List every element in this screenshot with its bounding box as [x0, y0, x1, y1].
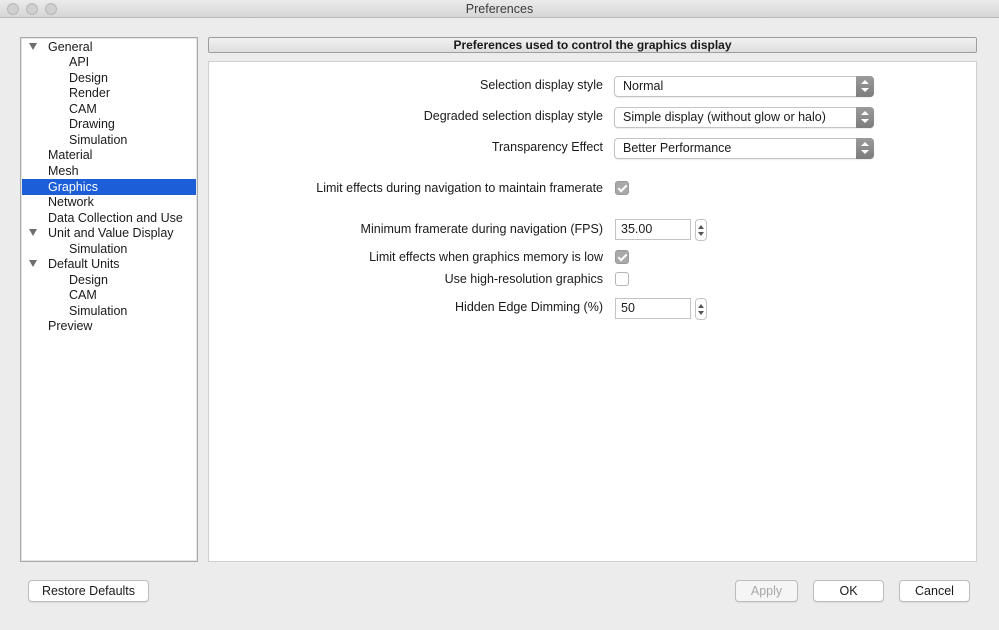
tree-item-default-units[interactable]: Default Units	[22, 256, 196, 272]
select-value: Simple display (without glow or halo)	[623, 110, 826, 124]
limit-memory-label: Limit effects when graphics memory is lo…	[369, 250, 603, 264]
tree-item-label: Render	[69, 86, 110, 100]
min-framerate-label: Minimum framerate during navigation (FPS…	[360, 222, 603, 236]
tree-item-network[interactable]: Network	[22, 194, 196, 210]
tree-item-data-collection[interactable]: Data Collection and Use	[22, 210, 196, 226]
tree-item-simulation[interactable]: Simulation	[22, 132, 196, 148]
degraded-display-style-select[interactable]: Simple display (without glow or halo)	[614, 107, 874, 128]
window-title: Preferences	[465, 2, 534, 16]
selection-display-style-select[interactable]: Normal	[614, 76, 874, 97]
restore-defaults-button[interactable]: Restore Defaults	[28, 580, 149, 602]
tree-item-label: Unit and Value Display	[48, 226, 174, 240]
tree-item-preview[interactable]: Preview	[22, 318, 196, 334]
disclosure-triangle-icon[interactable]	[29, 260, 37, 267]
tree-item-label: Design	[69, 71, 108, 85]
edge-dimming-stepper[interactable]	[695, 298, 707, 320]
disclosure-triangle-icon[interactable]	[29, 43, 37, 50]
cancel-button[interactable]: Cancel	[899, 580, 970, 602]
tree-item-label: Network	[48, 195, 94, 209]
tree-item-design[interactable]: Design	[22, 272, 196, 288]
tree-item-label: Design	[69, 273, 108, 287]
disclosure-triangle-icon[interactable]	[29, 229, 37, 236]
tree-item-material[interactable]: Material	[22, 147, 196, 163]
tree-item-label: Simulation	[69, 304, 128, 318]
graphics-settings-panel: Selection display style Normal Degraded …	[208, 61, 977, 562]
limit-navigation-checkbox[interactable]	[615, 181, 629, 195]
panel-header: Preferences used to control the graphics…	[208, 37, 977, 53]
min-framerate-input[interactable]: 35.00	[615, 219, 691, 240]
min-framerate-stepper[interactable]	[695, 219, 707, 241]
edge-dimming-label: Hidden Edge Dimming (%)	[455, 300, 603, 314]
tree-item-general[interactable]: General	[22, 39, 196, 55]
tree-item-label: CAM	[69, 288, 97, 302]
tree-item-drawing[interactable]: Drawing	[22, 116, 196, 132]
tree-item-api[interactable]: API	[22, 54, 196, 70]
tree-item-label: API	[69, 55, 90, 69]
tree-item-label: Drawing	[69, 117, 115, 131]
tree-item-label: General	[48, 40, 93, 54]
chevron-updown-icon	[856, 138, 874, 159]
hi-res-graphics-checkbox[interactable]	[615, 272, 629, 286]
tree-item-label: Simulation	[69, 242, 128, 256]
preferences-tree[interactable]: General API Design Render CAM Drawing Si…	[20, 37, 198, 562]
transparency-effect-select[interactable]: Better Performance	[614, 138, 874, 159]
degraded-display-style-label: Degraded selection display style	[423, 109, 603, 123]
tree-item-simulation[interactable]: Simulation	[22, 303, 196, 319]
tree-item-simulation[interactable]: Simulation	[22, 241, 196, 257]
tree-item-cam[interactable]: CAM	[22, 101, 196, 117]
tree-item-graphics[interactable]: Graphics	[22, 179, 196, 195]
select-value: Better Performance	[623, 141, 732, 155]
tree-item-label: Mesh	[48, 164, 79, 178]
limit-navigation-label: Limit effects during navigation to maint…	[316, 181, 603, 195]
select-value: Normal	[623, 79, 664, 93]
limit-memory-checkbox[interactable]	[615, 250, 629, 264]
edge-dimming-input[interactable]: 50	[615, 298, 691, 319]
chevron-updown-icon	[856, 107, 874, 128]
tree-item-label: CAM	[69, 102, 97, 116]
title-bar: Preferences	[0, 0, 999, 18]
hi-res-graphics-label: Use high-resolution graphics	[444, 272, 603, 286]
tree-item-cam[interactable]: CAM	[22, 287, 196, 303]
tree-item-label: Preview	[48, 319, 93, 333]
selection-display-style-label: Selection display style	[480, 78, 603, 92]
apply-button[interactable]: Apply	[735, 580, 798, 602]
tree-item-design[interactable]: Design	[22, 70, 196, 86]
tree-item-mesh[interactable]: Mesh	[22, 163, 196, 179]
tree-item-label: Data Collection and Use	[48, 211, 183, 225]
transparency-effect-label: Transparency Effect	[491, 140, 603, 154]
ok-button[interactable]: OK	[813, 580, 884, 602]
tree-item-label: Default Units	[48, 257, 120, 271]
tree-item-label: Graphics	[48, 180, 99, 194]
tree-item-label: Simulation	[69, 133, 128, 147]
chevron-updown-icon	[856, 76, 874, 97]
tree-item-label: Material	[48, 148, 93, 162]
tree-item-unit-value-display[interactable]: Unit and Value Display	[22, 225, 196, 241]
tree-item-render[interactable]: Render	[22, 85, 196, 101]
